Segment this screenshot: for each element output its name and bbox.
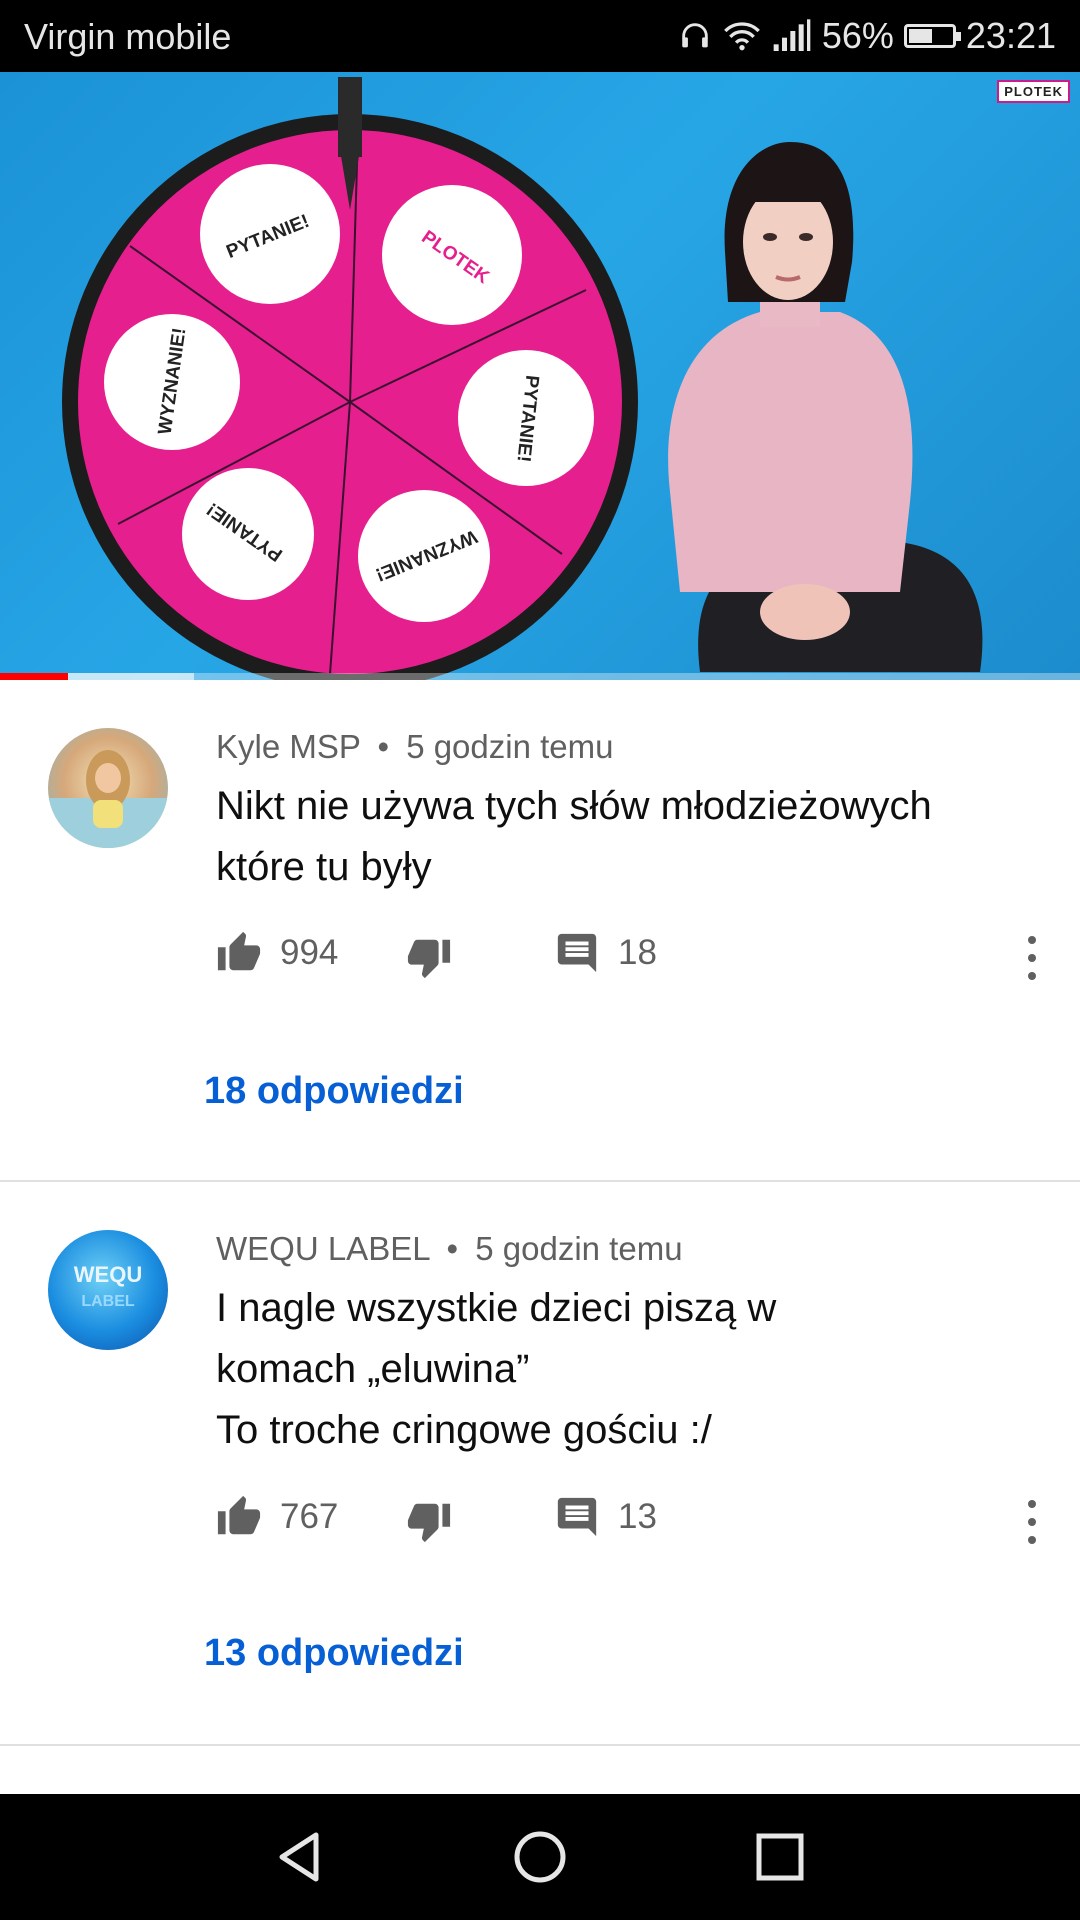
like-button[interactable]: 994	[216, 930, 338, 976]
comment-meta: Kyle MSP • 5 godzin temu	[216, 728, 614, 766]
more-options-icon[interactable]	[1024, 1500, 1040, 1544]
avatar-image	[48, 750, 168, 848]
like-button[interactable]: 767	[216, 1494, 338, 1540]
signal-icon	[773, 19, 811, 51]
comment-text-line: Nikt nie używa tych słów młodzieżowych	[216, 784, 932, 828]
comment-time: 5 godzin temu	[475, 1230, 683, 1267]
channel-logo: PLOTEK	[997, 80, 1070, 103]
avatar[interactable]	[48, 728, 168, 848]
video-frame: PYTANIE! PLOTEK PYTANIE! WYZNANIE! PYTAN…	[62, 77, 983, 680]
avatar-image: WEQU LABEL	[74, 1262, 142, 1310]
reply-count: 13	[618, 1497, 657, 1536]
comment-text-line: które tu były	[216, 845, 432, 889]
comment: Kyle MSP • 5 godzin temu Nikt nie używa …	[0, 680, 1080, 1180]
reply-button[interactable]: 13	[554, 1494, 657, 1540]
battery-icon	[903, 24, 961, 48]
video-player[interactable]: PYTANIE! PLOTEK PYTANIE! WYZNANIE! PYTAN…	[0, 72, 1080, 680]
comment-actions: 767 13	[216, 1494, 1056, 1554]
thumb-up-icon	[217, 931, 261, 971]
comment-text-line: To troche cringowe gościu :/	[216, 1408, 712, 1452]
presenter-figure	[668, 142, 983, 672]
progress-played	[0, 673, 69, 680]
comment-icon	[557, 1497, 597, 1537]
author-name[interactable]: WEQU LABEL	[216, 1230, 429, 1267]
navigation-bar	[0, 1794, 1080, 1920]
recents-icon[interactable]	[750, 1827, 810, 1887]
avatar[interactable]: WEQU LABEL	[48, 1230, 168, 1350]
comment-text: Nikt nie używa tych słów młodzieżowych k…	[216, 776, 1016, 898]
thumb-down-icon	[407, 939, 451, 979]
thumb-up-icon	[217, 1495, 261, 1535]
reply-count: 18	[618, 933, 657, 972]
carrier-name: Virgin mobile	[24, 16, 232, 57]
wifi-icon	[723, 22, 760, 51]
comment-icon	[557, 933, 597, 973]
headphones-icon	[682, 23, 708, 48]
like-count: 767	[280, 1497, 339, 1536]
like-count: 994	[280, 933, 339, 972]
view-replies-link[interactable]: 18 odpowiedzi	[204, 1070, 464, 1113]
meta-separator: •	[377, 728, 390, 765]
comment-time: 5 godzin temu	[406, 728, 614, 765]
comment: WEQU LABEL WEQU LABEL • 5 godzin temu I …	[0, 1182, 1080, 1742]
author-name[interactable]: Kyle MSP	[216, 728, 360, 765]
clock: 23:21	[965, 15, 1056, 56]
comment-text-line: I nagle wszystkie dzieci piszą w	[216, 1286, 777, 1330]
meta-separator: •	[446, 1230, 459, 1267]
comment-divider	[0, 1744, 1080, 1746]
status-bar: Virgin mobile 56% 23:21	[0, 0, 1080, 72]
battery-level	[908, 29, 933, 43]
comment-text: I nagle wszystkie dzieci piszą w komach …	[216, 1278, 1016, 1461]
avatar-text: WEQU	[74, 1262, 142, 1287]
comment-meta: WEQU LABEL • 5 godzin temu	[216, 1230, 683, 1268]
back-icon[interactable]	[270, 1827, 330, 1887]
view-replies-link[interactable]: 13 odpowiedzi	[204, 1632, 464, 1675]
comment-actions: 994 18	[216, 930, 1056, 990]
more-options-icon[interactable]	[1024, 936, 1040, 980]
progress-bar[interactable]	[0, 673, 1080, 680]
dislike-button[interactable]	[406, 1498, 452, 1549]
comment-text-line: komach „eluwina”	[216, 1347, 530, 1391]
home-icon[interactable]	[510, 1827, 570, 1887]
dislike-button[interactable]	[406, 934, 452, 985]
battery-percent: 56%	[821, 15, 894, 56]
reply-button[interactable]: 18	[554, 930, 657, 976]
avatar-text: LABEL	[81, 1293, 135, 1310]
thumb-down-icon	[407, 1503, 451, 1543]
status-icons: 56% 23:21	[678, 14, 1056, 58]
